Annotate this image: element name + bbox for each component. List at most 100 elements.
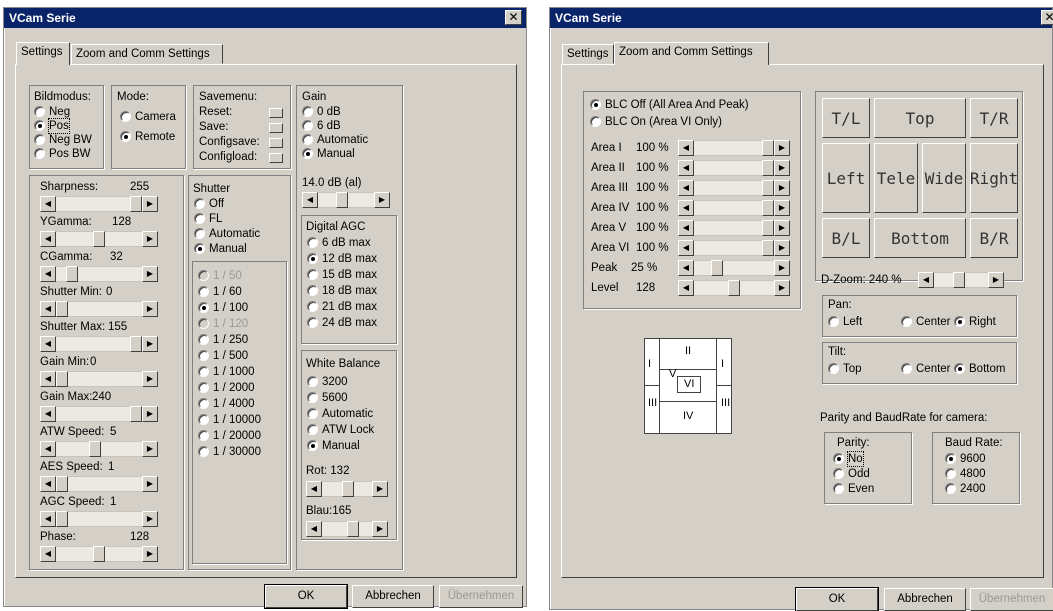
tilt-radio-0[interactable]: [828, 363, 839, 374]
scroll-right-icon[interactable]: ▶: [142, 406, 158, 422]
scroll-right-icon[interactable]: ▶: [774, 140, 790, 156]
shutter-mode-radio-0[interactable]: [194, 198, 205, 209]
bildmodus-radio-0[interactable]: [34, 106, 45, 117]
scroll-left-icon[interactable]: ◀: [678, 280, 694, 296]
scroll-left-icon[interactable]: ◀: [302, 192, 318, 208]
scroll-right-icon[interactable]: ▶: [988, 272, 1004, 288]
savemenu-button-2[interactable]: [269, 138, 283, 148]
scroll-left-icon[interactable]: ◀: [40, 441, 56, 457]
baud-radio-2[interactable]: [945, 483, 956, 494]
scroll-left-icon[interactable]: ◀: [678, 140, 694, 156]
shutter-speed-radio-7[interactable]: [198, 382, 209, 393]
shutter-speed-radio-11[interactable]: [198, 446, 209, 457]
area-slider-5[interactable]: ◀ ▶: [678, 240, 790, 256]
tilt-right-button[interactable]: T/R: [970, 98, 1018, 138]
pan-right-button[interactable]: Right: [970, 143, 1018, 213]
shutter-speed-radio-2[interactable]: [198, 302, 209, 313]
slider-thumb[interactable]: [66, 266, 78, 282]
digital-agc-radio-4[interactable]: [307, 301, 318, 312]
savemenu-button-1[interactable]: [269, 123, 283, 133]
slider-thumb[interactable]: [762, 140, 774, 156]
slider-9[interactable]: ◀ ▶: [40, 511, 158, 527]
pan-radio-2[interactable]: [954, 316, 965, 327]
scroll-right-icon[interactable]: ▶: [142, 301, 158, 317]
scroll-right-icon[interactable]: ▶: [372, 481, 388, 497]
scroll-left-icon[interactable]: ◀: [678, 160, 694, 176]
tilt-left-button[interactable]: T/L: [822, 98, 870, 138]
scroll-left-icon[interactable]: ◀: [40, 371, 56, 387]
scroll-left-icon[interactable]: ◀: [40, 231, 56, 247]
slider-thumb[interactable]: [130, 336, 142, 352]
mode-radio-1[interactable]: [120, 131, 131, 142]
mode-radio-0[interactable]: [120, 111, 131, 122]
slider-thumb[interactable]: [56, 371, 68, 387]
savemenu-button-3[interactable]: [269, 153, 283, 163]
parity-radio-1[interactable]: [833, 468, 844, 479]
shutter-speed-radio-6[interactable]: [198, 366, 209, 377]
scroll-right-icon[interactable]: ▶: [774, 200, 790, 216]
shutter-speed-radio-1[interactable]: [198, 286, 209, 297]
cancel-button[interactable]: Abbrechen: [884, 588, 966, 611]
scroll-left-icon[interactable]: ◀: [40, 196, 56, 212]
slider-thumb[interactable]: [347, 521, 359, 537]
pan-left-button[interactable]: Left: [822, 143, 870, 213]
slider-thumb[interactable]: [56, 511, 68, 527]
shutter-speed-radio-5[interactable]: [198, 350, 209, 361]
slider-1[interactable]: ◀ ▶: [40, 231, 158, 247]
area-slider-3[interactable]: ◀ ▶: [678, 200, 790, 216]
shutter-mode-radio-3[interactable]: [194, 243, 205, 254]
ok-button[interactable]: OK: [264, 584, 348, 609]
tilt-radio-2[interactable]: [954, 363, 965, 374]
tab-zoom-comm[interactable]: Zoom and Comm Settings: [614, 42, 769, 65]
blc-radio-0[interactable]: [590, 99, 601, 110]
white-balance-radio-0[interactable]: [307, 376, 318, 387]
cancel-button[interactable]: Abbrechen: [352, 585, 434, 608]
savemenu-button-0[interactable]: [269, 108, 283, 118]
gain-slider[interactable]: ◀ ▶: [302, 192, 390, 208]
scroll-left-icon[interactable]: ◀: [40, 266, 56, 282]
slider-thumb[interactable]: [762, 180, 774, 196]
white-balance-radio-3[interactable]: [307, 424, 318, 435]
scroll-left-icon[interactable]: ◀: [678, 240, 694, 256]
blau-slider[interactable]: ◀ ▶: [306, 521, 388, 537]
scroll-right-icon[interactable]: ▶: [142, 266, 158, 282]
area-slider-4[interactable]: ◀ ▶: [678, 220, 790, 236]
baud-radio-0[interactable]: [945, 453, 956, 464]
gain-radio-1[interactable]: [302, 120, 313, 131]
scroll-right-icon[interactable]: ▶: [142, 196, 158, 212]
scroll-left-icon[interactable]: ◀: [40, 301, 56, 317]
area-slider-1[interactable]: ◀ ▶: [678, 160, 790, 176]
digital-agc-radio-2[interactable]: [307, 269, 318, 280]
slider-thumb[interactable]: [93, 546, 105, 562]
bildmodus-radio-2[interactable]: [34, 134, 45, 145]
area-slider-6[interactable]: ◀ ▶: [678, 260, 790, 276]
bildmodus-radio-1[interactable]: [34, 120, 45, 131]
scroll-right-icon[interactable]: ▶: [142, 371, 158, 387]
shutter-speed-radio-0[interactable]: [198, 270, 209, 281]
slider-thumb[interactable]: [56, 476, 68, 492]
shutter-speed-radio-9[interactable]: [198, 414, 209, 425]
scroll-right-icon[interactable]: ▶: [774, 180, 790, 196]
scroll-left-icon[interactable]: ◀: [678, 220, 694, 236]
shutter-mode-radio-2[interactable]: [194, 228, 205, 239]
slider-0[interactable]: ◀ ▶: [40, 196, 158, 212]
white-balance-radio-1[interactable]: [307, 392, 318, 403]
ok-button[interactable]: OK: [795, 587, 879, 611]
shutter-speed-radio-8[interactable]: [198, 398, 209, 409]
slider-4[interactable]: ◀ ▶: [40, 336, 158, 352]
slider-thumb[interactable]: [89, 441, 101, 457]
slider-thumb[interactable]: [342, 481, 354, 497]
parity-radio-0[interactable]: [833, 453, 844, 464]
scroll-left-icon[interactable]: ◀: [306, 521, 322, 537]
zoom-tele-button[interactable]: Tele: [874, 143, 918, 213]
scroll-right-icon[interactable]: ▶: [142, 336, 158, 352]
apply-button[interactable]: Übernehmen: [439, 585, 523, 608]
slider-10[interactable]: ◀ ▶: [40, 546, 158, 562]
shutter-mode-radio-1[interactable]: [194, 213, 205, 224]
shutter-speed-radio-10[interactable]: [198, 430, 209, 441]
tab-settings[interactable]: Settings: [16, 42, 70, 65]
gain-radio-0[interactable]: [302, 106, 313, 117]
tilt-down-button[interactable]: Bottom: [874, 218, 966, 258]
scroll-right-icon[interactable]: ▶: [774, 220, 790, 236]
zoom-wide-button[interactable]: Wide: [922, 143, 966, 213]
